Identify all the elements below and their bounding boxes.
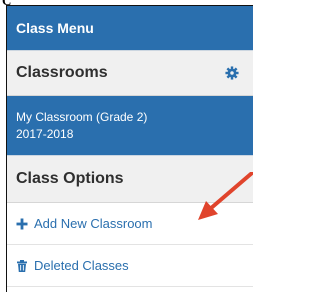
deleted-classes-link[interactable]: Deleted Classes xyxy=(7,245,253,287)
classrooms-title: Classrooms xyxy=(16,64,108,81)
trash-icon xyxy=(17,259,27,272)
figure-caption: C xyxy=(2,0,12,8)
plus-icon xyxy=(16,218,28,229)
gear-icon[interactable] xyxy=(225,66,239,80)
classroom-year: 2017-2018 xyxy=(16,127,74,141)
annotation-arrow xyxy=(198,172,253,220)
class-menu-panel: Class Menu Classrooms My Classroom (Grad… xyxy=(6,5,253,292)
deleted-classes-label: Deleted Classes xyxy=(34,258,129,273)
add-new-classroom-label: Add New Classroom xyxy=(34,216,153,231)
class-menu-header: Class Menu xyxy=(7,6,253,51)
classrooms-section-header: Classrooms xyxy=(7,51,253,96)
classroom-item-my-classroom[interactable]: My Classroom (Grade 2) 2017-2018 xyxy=(7,96,253,156)
classroom-name: My Classroom (Grade 2) xyxy=(16,110,148,124)
